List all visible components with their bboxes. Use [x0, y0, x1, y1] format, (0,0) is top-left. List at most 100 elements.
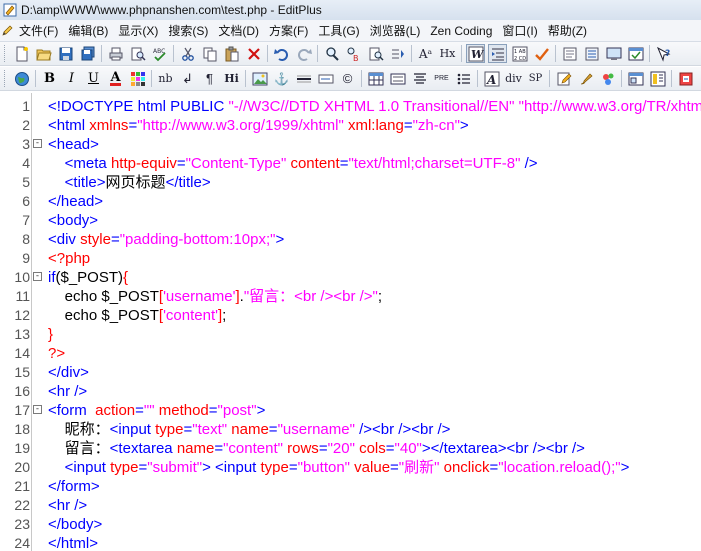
code-line[interactable]: 14 ?> [0, 344, 701, 363]
fold-toggle-icon[interactable]: - [33, 139, 42, 148]
undo-icon[interactable] [272, 44, 291, 63]
code-line[interactable]: 3- <head> [0, 135, 701, 154]
save-all-icon[interactable] [78, 44, 97, 63]
browser-icon[interactable] [626, 44, 645, 63]
save-icon[interactable] [56, 44, 75, 63]
fold-toggle-icon[interactable]: - [33, 405, 42, 414]
font-icon[interactable]: Aᵃ [416, 44, 435, 63]
paragraph-icon[interactable]: ¶ [200, 69, 219, 88]
image-icon[interactable] [250, 69, 269, 88]
browser-preview-icon[interactable] [12, 69, 31, 88]
print-icon[interactable] [106, 44, 125, 63]
menu-item-6[interactable]: 工具(G) [313, 21, 364, 40]
check-icon[interactable] [532, 44, 551, 63]
pre-icon[interactable]: PRE [432, 69, 451, 88]
open-folder-icon[interactable] [34, 44, 53, 63]
code-line[interactable]: 13} [0, 325, 701, 344]
spell-check-icon[interactable]: ABC [150, 44, 169, 63]
menu-item-1[interactable]: 编辑(B) [63, 21, 113, 40]
find-icon[interactable] [322, 44, 341, 63]
code-line[interactable]: 12 echo $_POST['content']; [0, 306, 701, 325]
toolbar-grip[interactable] [4, 45, 9, 62]
code-line[interactable]: 20 <input type="submit"> <input type="bu… [0, 458, 701, 477]
brush-icon[interactable] [576, 69, 595, 88]
menu-item-5[interactable]: 方案(F) [264, 21, 313, 40]
list-items-icon[interactable] [454, 69, 473, 88]
find-in-files-icon[interactable] [366, 44, 385, 63]
window-icon[interactable] [626, 69, 645, 88]
menu-item-7[interactable]: 浏览器(L) [365, 21, 426, 40]
code-line[interactable]: 10- if($_POST){ [0, 268, 701, 287]
code-line[interactable]: 7 <body> [0, 211, 701, 230]
heading-icon[interactable]: Hi [222, 69, 241, 88]
goto-line-icon[interactable] [388, 44, 407, 63]
menu-item-10[interactable]: 帮助(Z) [543, 21, 592, 40]
div-frame-icon[interactable]: A [482, 69, 501, 88]
list-icon[interactable] [582, 44, 601, 63]
menu-item-3[interactable]: 搜索(S) [163, 21, 213, 40]
code-line[interactable]: 9 <?php [0, 249, 701, 268]
menu-item-9[interactable]: 窗口(I) [497, 21, 542, 40]
italic-icon[interactable]: I [62, 69, 81, 88]
column-icon[interactable]: 1 AB 2 CD [510, 44, 529, 63]
line-break-icon[interactable]: ↲ [178, 69, 197, 88]
menu-item-0[interactable]: 文件(F) [14, 21, 63, 40]
help-icon[interactable]: ? [654, 44, 673, 63]
cut-icon[interactable] [178, 44, 197, 63]
center-icon[interactable] [410, 69, 429, 88]
code-line[interactable]: 21 </form> [0, 477, 701, 496]
menu-item-2[interactable]: 显示(X) [113, 21, 163, 40]
text-field-icon[interactable] [388, 69, 407, 88]
menu-item-4[interactable]: 文档(D) [213, 21, 264, 40]
code-line[interactable]: 16 <hr /> [0, 382, 701, 401]
font-color-icon[interactable]: A [106, 69, 125, 88]
code-line[interactable]: 1 <!DOCTYPE html PUBLIC "-//W3C//DTD XHTM… [0, 97, 701, 116]
cliptext-icon[interactable] [676, 69, 695, 88]
nbsp-icon[interactable]: nb [156, 69, 175, 88]
screen-icon[interactable] [604, 44, 623, 63]
underline-icon[interactable]: U [84, 69, 103, 88]
code-line[interactable]: 24 </html> [0, 534, 701, 551]
bold-icon[interactable]: B [40, 69, 59, 88]
code-line[interactable]: 17- <form action="" method="post"> [0, 401, 701, 420]
edit-icon[interactable] [554, 69, 573, 88]
table-icon[interactable] [366, 69, 385, 88]
form-icon[interactable] [316, 69, 335, 88]
code-line[interactable]: 11 echo $_POST['username']."留言：<br /><br… [0, 287, 701, 306]
menu-pencil-icon[interactable] [0, 22, 14, 40]
code-editor[interactable]: 1 <!DOCTYPE html PUBLIC "-//W3C//DTD XHTM… [0, 93, 701, 551]
word-wrap-icon[interactable]: W [466, 44, 485, 63]
clipboard-icon[interactable] [560, 44, 579, 63]
code-line[interactable]: 22 <hr /> [0, 496, 701, 515]
tools-icon[interactable] [598, 69, 617, 88]
delete-icon[interactable] [244, 44, 263, 63]
fold-toggle-icon[interactable]: - [33, 272, 42, 281]
new-file-icon[interactable] [12, 44, 31, 63]
code-line[interactable]: 6 </head> [0, 192, 701, 211]
horizontal-rule-icon[interactable] [294, 69, 313, 88]
anchor-icon[interactable]: ⚓ [272, 69, 291, 88]
toolbar-grip[interactable] [4, 70, 9, 87]
copy-icon[interactable] [200, 44, 219, 63]
copyright-icon[interactable]: © [338, 69, 357, 88]
layout-icon[interactable] [648, 69, 667, 88]
print-preview-icon[interactable] [128, 44, 147, 63]
indent-guide-icon[interactable] [488, 44, 507, 63]
code-line[interactable]: 2 <html xmlns="http://www.w3.org/1999/xht… [0, 116, 701, 135]
color-grid-icon[interactable] [128, 69, 147, 88]
hex-icon[interactable]: Hx [438, 44, 457, 63]
editplus-app-icon[interactable] [3, 3, 17, 17]
menu-item-8[interactable]: Zen Coding [425, 21, 497, 40]
code-line[interactable]: 23 </body> [0, 515, 701, 534]
code-line[interactable]: 8 <div style="padding-bottom:10px;"> [0, 230, 701, 249]
code-line[interactable]: 18 昵称：<input type="text" name="username"… [0, 420, 701, 439]
div-icon[interactable]: div [504, 69, 523, 88]
span-icon[interactable]: SP [526, 69, 545, 88]
replace-icon[interactable]: B [344, 44, 363, 63]
code-line[interactable]: 15 </div> [0, 363, 701, 382]
code-line[interactable]: 19 留言：<textarea name="content" rows="20"… [0, 439, 701, 458]
code-line[interactable]: 4 <meta http-equiv="Content-Type" conten… [0, 154, 701, 173]
code-line[interactable]: 5 <title>网页标题</title> [0, 173, 701, 192]
paste-icon[interactable] [222, 44, 241, 63]
redo-icon[interactable] [294, 44, 313, 63]
